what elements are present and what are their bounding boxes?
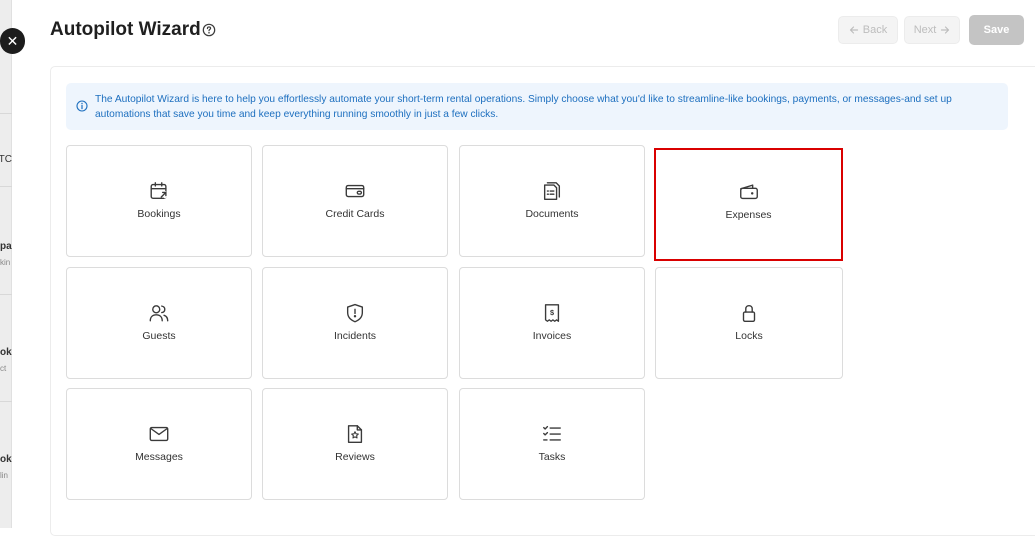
category-card-invoices[interactable]: $ Invoices xyxy=(459,267,645,379)
category-label: Bookings xyxy=(137,208,181,220)
info-text: The Autopilot Wizard is here to help you… xyxy=(95,94,952,120)
background-text: ok xyxy=(0,454,12,465)
category-label: Credit Cards xyxy=(325,208,385,220)
background-text: ct xyxy=(0,364,7,373)
background-text: kin xyxy=(0,258,11,267)
category-label: Messages xyxy=(135,451,183,463)
category-card-incidents[interactable]: Incidents xyxy=(262,267,448,379)
arrow-right-icon xyxy=(941,26,950,34)
users-icon xyxy=(149,305,169,322)
arrow-left-icon xyxy=(849,26,858,34)
close-icon: ✕ xyxy=(6,32,19,49)
receipt-icon: $ xyxy=(544,304,560,322)
category-label: Tasks xyxy=(538,451,566,463)
category-label: Expenses xyxy=(725,209,772,221)
background-text: TC xyxy=(0,154,12,165)
back-button-label: Back xyxy=(862,24,888,36)
category-card-bookings[interactable]: Bookings xyxy=(66,145,252,257)
category-card-documents[interactable]: Documents xyxy=(459,145,645,257)
back-button[interactable]: Back xyxy=(838,16,898,44)
star-document-icon xyxy=(347,425,363,443)
svg-text:$: $ xyxy=(550,308,554,317)
shield-alert-icon xyxy=(346,303,364,323)
background-text: lin xyxy=(0,471,9,480)
lock-icon xyxy=(742,304,756,322)
category-card-credit-cards[interactable]: Credit Cards xyxy=(262,145,448,257)
documents-icon xyxy=(543,182,561,200)
category-label: Documents xyxy=(525,208,579,220)
next-button-label: Next xyxy=(913,24,937,36)
page-title: Autopilot Wizard xyxy=(50,19,201,40)
category-label: Reviews xyxy=(335,451,375,463)
category-card-reviews[interactable]: Reviews xyxy=(262,388,448,500)
background-page-strip: TC pa kin ok ct ok lin xyxy=(0,0,12,528)
checklist-icon xyxy=(543,425,561,441)
category-label: Locks xyxy=(735,330,763,342)
credit-card-icon xyxy=(345,184,365,198)
category-card-messages[interactable]: Messages xyxy=(66,388,252,500)
category-card-locks[interactable]: Locks xyxy=(655,267,843,379)
category-label: Guests xyxy=(142,330,176,342)
next-button[interactable]: Next xyxy=(904,16,960,44)
info-icon xyxy=(76,100,88,112)
category-label: Invoices xyxy=(532,330,572,342)
category-card-guests[interactable]: Guests xyxy=(66,267,252,379)
save-button[interactable]: Save xyxy=(969,15,1024,45)
close-button[interactable]: ✕ xyxy=(0,28,25,54)
category-card-tasks[interactable]: Tasks xyxy=(459,388,645,500)
calendar-icon xyxy=(150,182,169,200)
category-card-expenses[interactable]: Expenses xyxy=(654,148,843,261)
envelope-icon xyxy=(149,426,169,442)
background-text: ok xyxy=(0,347,12,358)
background-text: pa xyxy=(0,241,12,252)
wallet-icon xyxy=(739,184,758,200)
help-icon[interactable] xyxy=(202,23,216,37)
info-banner: The Autopilot Wizard is here to help you… xyxy=(66,83,1008,130)
category-label: Incidents xyxy=(333,330,377,342)
